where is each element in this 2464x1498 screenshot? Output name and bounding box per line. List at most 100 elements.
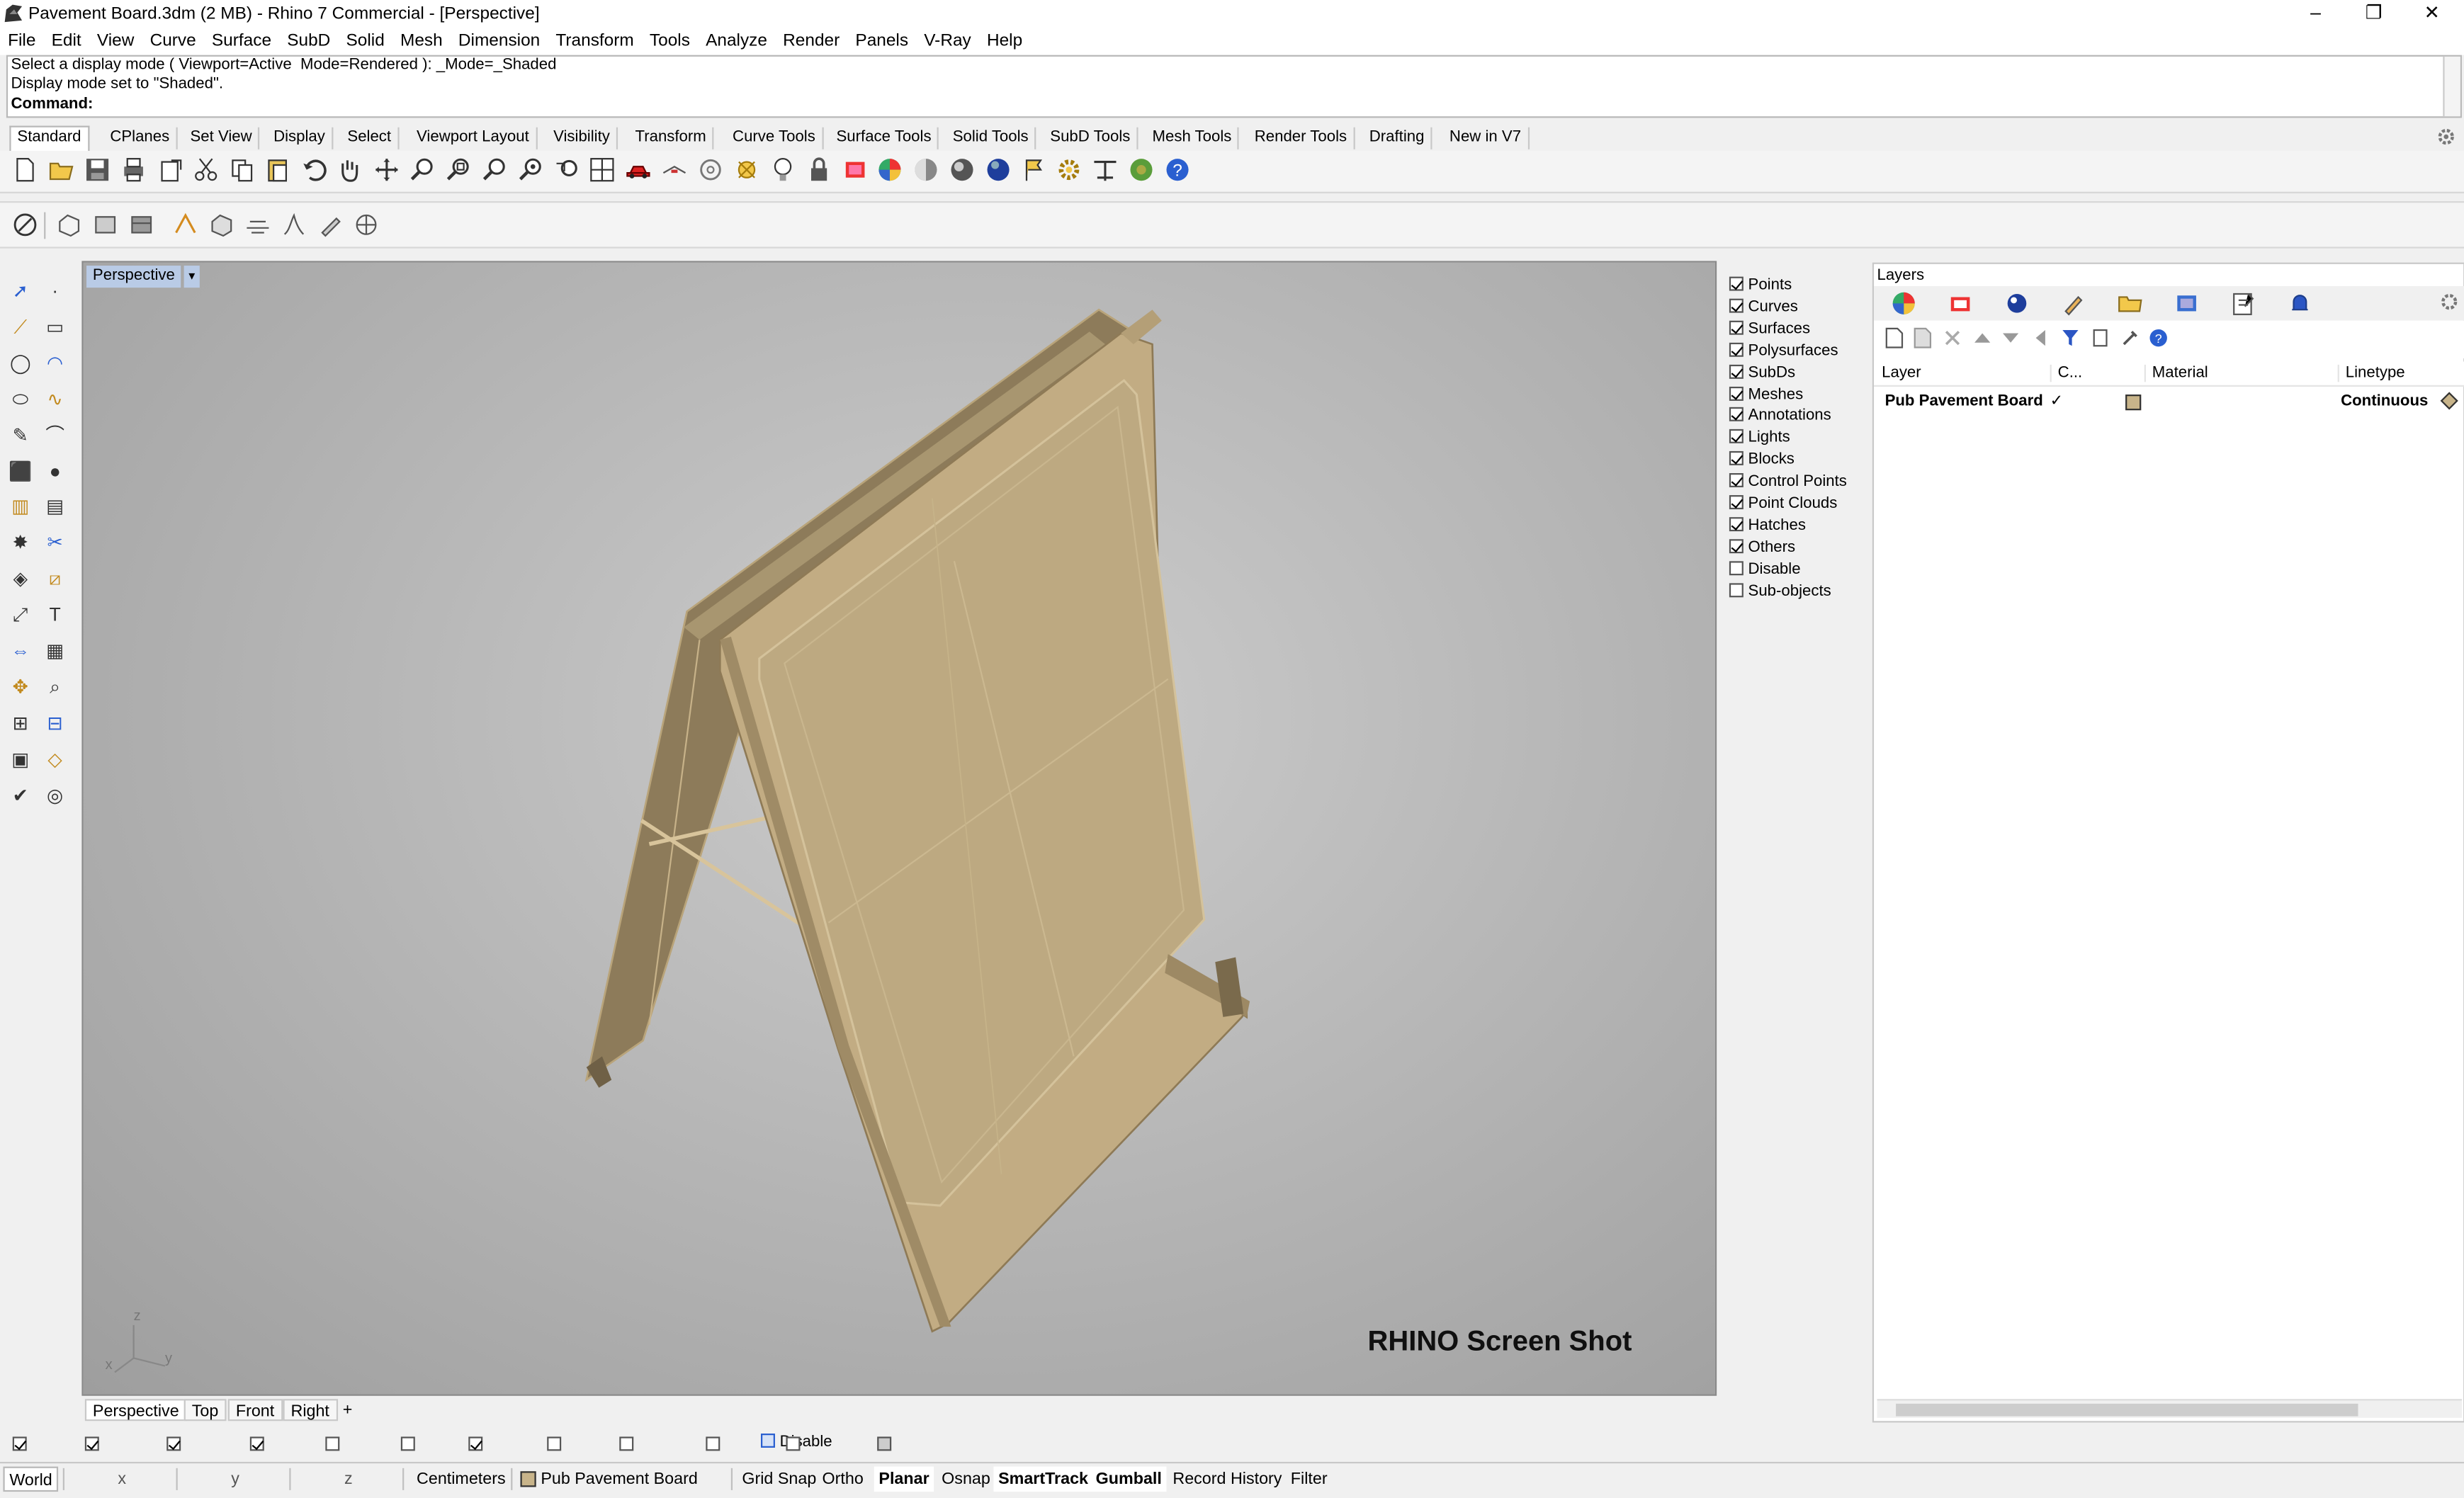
filter-polysurfaces[interactable]: Polysurfaces bbox=[1729, 341, 1838, 363]
package-icon[interactable] bbox=[1129, 157, 1154, 183]
filter-sub-objects[interactable]: Sub-objects bbox=[1729, 581, 1831, 603]
menu-curve[interactable]: Curve bbox=[142, 28, 204, 55]
rendered-icon[interactable] bbox=[129, 212, 154, 238]
tab-right[interactable]: Right bbox=[283, 1399, 338, 1422]
print-icon[interactable] bbox=[121, 157, 147, 183]
osnap-checkbox[interactable] bbox=[400, 1436, 415, 1451]
print-color-icon[interactable] bbox=[2440, 392, 2458, 410]
point-tool-icon[interactable]: · bbox=[41, 277, 69, 305]
filter-checkbox[interactable] bbox=[1729, 560, 1744, 575]
osnap-checkbox[interactable] bbox=[468, 1436, 483, 1451]
tab-select[interactable]: Select bbox=[341, 127, 400, 149]
array-tool-icon[interactable]: ⊟ bbox=[41, 708, 69, 737]
points-grid-icon[interactable] bbox=[734, 157, 759, 183]
menu-subd[interactable]: SubD bbox=[279, 28, 338, 55]
menu-mesh[interactable]: Mesh bbox=[392, 28, 451, 55]
filter-checkbox[interactable] bbox=[1729, 276, 1744, 291]
rectangle-tool-icon[interactable]: ▭ bbox=[41, 312, 69, 341]
arc-tool-icon[interactable]: ◠ bbox=[41, 348, 69, 377]
filter-others[interactable]: Others bbox=[1729, 538, 1795, 560]
menu-help[interactable]: Help bbox=[979, 28, 1030, 55]
filter-blocks[interactable]: Blocks bbox=[1729, 450, 1795, 472]
command-input[interactable] bbox=[93, 94, 2435, 115]
zoom-extents-icon[interactable] bbox=[482, 157, 508, 183]
loft-tool-icon[interactable]: ▤ bbox=[41, 493, 69, 521]
tab-display[interactable]: Display bbox=[267, 127, 333, 149]
filter-checkbox[interactable] bbox=[1729, 363, 1744, 378]
tab-render-tools[interactable]: Render Tools bbox=[1248, 127, 1355, 149]
tab-viewport-layout[interactable]: Viewport Layout bbox=[410, 127, 537, 149]
menu-render[interactable]: Render bbox=[775, 28, 847, 55]
tab-perspective[interactable]: Perspective bbox=[84, 1399, 187, 1422]
layer-color-swatch[interactable] bbox=[2125, 395, 2142, 411]
xray-icon[interactable] bbox=[209, 212, 234, 238]
render-flag-icon[interactable] bbox=[1022, 157, 1047, 183]
filter-point-clouds[interactable]: Point Clouds bbox=[1729, 494, 1837, 516]
filter-checkbox[interactable] bbox=[1729, 407, 1744, 422]
zoom-dynamic-icon[interactable] bbox=[410, 157, 436, 183]
trim-tool-icon[interactable]: ✂ bbox=[41, 528, 69, 557]
rotate-view-icon[interactable] bbox=[374, 157, 400, 183]
gear-icon[interactable] bbox=[2436, 127, 2455, 147]
grid-tool-icon[interactable]: ⊞ bbox=[6, 708, 35, 737]
menu-edit[interactable]: Edit bbox=[44, 28, 89, 55]
filter-disable[interactable]: Disable bbox=[1729, 559, 1801, 581]
layer-states-icon[interactable] bbox=[2091, 329, 2110, 348]
open-folder-icon[interactable] bbox=[49, 157, 74, 183]
restore-button[interactable]: ❐ bbox=[2346, 0, 2402, 28]
freeform-tool-icon[interactable]: ✎ bbox=[6, 421, 35, 449]
filter-curves[interactable]: Curves bbox=[1729, 297, 1798, 319]
analyze-tool-icon[interactable]: ⌕ bbox=[41, 673, 69, 701]
current-layer-label[interactable]: Pub Pavement Board bbox=[536, 1467, 703, 1492]
gumball-tool-icon[interactable]: ◎ bbox=[41, 781, 69, 809]
new-file-icon[interactable] bbox=[13, 157, 38, 183]
explode-tool-icon[interactable]: ✸ bbox=[6, 528, 35, 557]
tab-new-in-v7[interactable]: New in V7 bbox=[1443, 127, 1530, 149]
display-mode-icon[interactable] bbox=[13, 212, 38, 238]
tab-set-view[interactable]: Set View bbox=[184, 127, 260, 149]
notification-bell-icon[interactable] bbox=[2288, 291, 2313, 317]
shaded-sphere-icon[interactable] bbox=[913, 157, 939, 183]
filter-icon[interactable] bbox=[2061, 329, 2080, 348]
panel-gear-icon[interactable] bbox=[2440, 293, 2459, 312]
light-bulb-icon[interactable] bbox=[770, 157, 796, 183]
tab-mesh-tools[interactable]: Mesh Tools bbox=[1146, 127, 1240, 149]
osnap-disable-checkbox[interactable] bbox=[760, 1434, 775, 1448]
osnap-checkbox[interactable] bbox=[706, 1436, 720, 1451]
filter-lights[interactable]: Lights bbox=[1729, 428, 1790, 450]
filter-annotations[interactable]: Annotations bbox=[1729, 406, 1831, 428]
add-viewport-button[interactable]: + bbox=[337, 1399, 358, 1421]
smarttrack-toggle[interactable]: SmartTrack bbox=[993, 1466, 1093, 1492]
planar-toggle[interactable]: Planar bbox=[874, 1466, 934, 1492]
grid-snap-toggle[interactable]: Grid Snap bbox=[737, 1467, 821, 1492]
undo-view-icon[interactable] bbox=[555, 157, 580, 183]
osnap-checkbox[interactable] bbox=[786, 1436, 801, 1451]
select-arrow-tool-icon[interactable]: ➚ bbox=[6, 277, 35, 305]
pen-icon[interactable] bbox=[317, 212, 343, 238]
ellipse-tool-icon[interactable]: ⬭ bbox=[6, 385, 35, 413]
menu-panels[interactable]: Panels bbox=[847, 28, 916, 55]
tab-front[interactable]: Front bbox=[227, 1399, 283, 1422]
layers-help-icon[interactable]: ? bbox=[2149, 329, 2168, 348]
tab-visibility[interactable]: Visibility bbox=[547, 127, 618, 149]
pan-hand-icon[interactable] bbox=[337, 157, 362, 183]
layer-icon[interactable] bbox=[842, 157, 868, 183]
filter-checkbox[interactable] bbox=[1729, 538, 1744, 553]
tab-cplanes[interactable]: CPlanes bbox=[103, 127, 178, 149]
tab-solid-tools[interactable]: Solid Tools bbox=[946, 127, 1036, 149]
osnap-checkbox[interactable] bbox=[84, 1436, 99, 1451]
circle-tool-icon[interactable]: ◯ bbox=[6, 348, 35, 377]
tab-transform[interactable]: Transform bbox=[629, 127, 714, 149]
copy-icon[interactable] bbox=[230, 157, 255, 183]
environment-icon[interactable] bbox=[2174, 291, 2200, 317]
filter-checkbox[interactable] bbox=[1729, 342, 1744, 357]
filter-subds[interactable]: SubDs bbox=[1729, 363, 1795, 385]
gumball-toggle[interactable]: Gumball bbox=[1090, 1466, 1167, 1492]
settings-gear-icon[interactable] bbox=[1056, 157, 1082, 183]
tools-icon[interactable] bbox=[2120, 329, 2140, 348]
technical-icon[interactable] bbox=[245, 212, 271, 238]
save-icon[interactable] bbox=[85, 157, 111, 183]
render-icon[interactable] bbox=[2004, 291, 2030, 317]
filter-points[interactable]: Points bbox=[1729, 275, 1792, 297]
osnap-toggle[interactable]: Osnap bbox=[937, 1467, 995, 1492]
